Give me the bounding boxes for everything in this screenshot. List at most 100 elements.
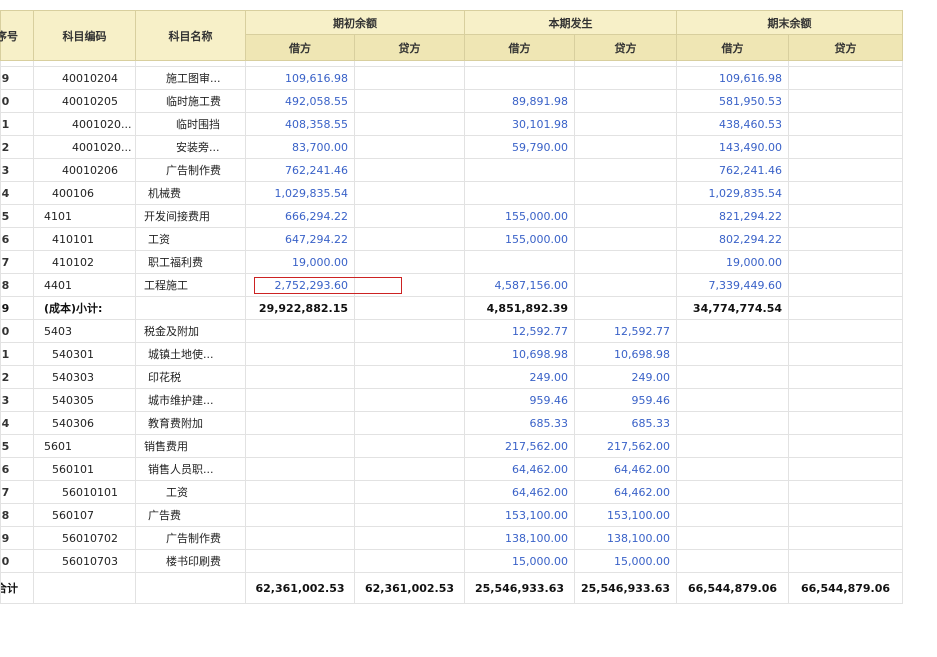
current-debit[interactable]: 217,562.00 (464, 434, 575, 458)
table-row[interactable]: 76410101工资647,294.22 155,000.00 802,294.22 (0, 227, 903, 251)
opening-credit (354, 227, 465, 251)
closing-debit[interactable]: 109,616.98 (676, 66, 789, 90)
current-debit[interactable]: 30,101.98 (464, 112, 575, 136)
current-credit[interactable]: 685.33 (574, 411, 677, 435)
table-row[interactable]: 805403税金及附加 12,592.7712,592.77 (0, 319, 903, 343)
opening-debit[interactable]: 1,029,835.54 (245, 181, 355, 205)
current-debit[interactable]: 138,100.00 (464, 526, 575, 550)
total-row: 合计 62,361,002.53 62,361,002.53 25,546,93… (0, 572, 903, 604)
header-account-name[interactable]: 科目名称 (135, 10, 246, 61)
table-row[interactable]: 754101开发间接费用666,294.22 155,000.00 821,294.… (0, 204, 903, 228)
table-row[interactable]: 82540303印花税 249.00249.00 (0, 365, 903, 389)
current-debit[interactable]: 64,462.00 (464, 480, 575, 504)
subtotal-row[interactable]: 79(成本)小计: 29,922,882.15 4,851,892.39 34,774… (0, 296, 903, 320)
opening-debit[interactable]: 408,358.55 (245, 112, 355, 136)
current-debit[interactable]: 89,891.98 (464, 89, 575, 113)
current-debit[interactable]: 155,000.00 (464, 204, 575, 228)
closing-debit[interactable]: 438,460.53 (676, 112, 789, 136)
current-credit[interactable]: 153,100.00 (574, 503, 677, 527)
current-debit[interactable]: 15,000.00 (464, 549, 575, 573)
table-row[interactable]: 77410102职工福利费19,000.0019,000.00 (0, 250, 903, 274)
table-row[interactable]: 8756010101工资 64,462.0064,462.00 (0, 480, 903, 504)
closing-credit (788, 66, 903, 90)
table-row[interactable]: 88560107广告费 153,100.00153,100.00 (0, 503, 903, 527)
table-row[interactable]: 7340010206广告制作费762,241.46762,241.46 (0, 158, 903, 182)
opening-debit[interactable]: 492,058.55 (245, 89, 355, 113)
current-credit[interactable]: 10,698.98 (574, 342, 677, 366)
opening-credit (354, 66, 465, 90)
table-body: 6940010204施工图审...109,616.98109,616.98704… (0, 60, 903, 573)
closing-debit[interactable]: 821,294.22 (676, 204, 789, 228)
table-row[interactable]: 74400106机械费1,029,835.541,029,835.54 (0, 181, 903, 205)
current-debit[interactable]: 12,592.77 (464, 319, 575, 343)
row-number: 72 (0, 135, 34, 159)
table-row[interactable]: 784401工程施工2,752,293.60 4,587,156.00 7,339,… (0, 273, 903, 297)
current-credit[interactable]: 249.00 (574, 365, 677, 389)
opening-debit[interactable]: 647,294.22 (245, 227, 355, 251)
current-debit[interactable]: 153,100.00 (464, 503, 575, 527)
header-account-code[interactable]: 科目编码 (33, 10, 136, 61)
table-row[interactable]: 855601销售费用 217,562.00217,562.00 (0, 434, 903, 458)
header-row-number[interactable]: 序号 (0, 10, 34, 61)
table-row[interactable]: 7040010205临时施工费492,058.55 89,891.98 581,95… (0, 89, 903, 113)
row-number: 81 (0, 342, 34, 366)
current-credit[interactable]: 15,000.00 (574, 549, 677, 573)
opening-debit[interactable]: 19,000.00 (245, 250, 355, 274)
opening-debit[interactable]: 2,752,293.60 (245, 273, 355, 297)
header-closing-credit[interactable]: 贷方 (788, 34, 903, 61)
current-debit[interactable]: 249.00 (464, 365, 575, 389)
current-debit[interactable]: 64,462.00 (464, 457, 575, 481)
current-debit[interactable]: 59,790.00 (464, 135, 575, 159)
header-opening-debit[interactable]: 借方 (245, 34, 355, 61)
opening-debit (245, 388, 355, 412)
current-credit[interactable]: 217,562.00 (574, 434, 677, 458)
closing-debit[interactable]: 762,241.46 (676, 158, 789, 182)
header-opening-credit[interactable]: 贷方 (354, 34, 465, 61)
closing-debit[interactable]: 143,490.00 (676, 135, 789, 159)
header-current-debit[interactable]: 借方 (464, 34, 575, 61)
closing-credit (788, 503, 903, 527)
account-name (135, 296, 246, 320)
current-credit[interactable]: 959.46 (574, 388, 677, 412)
closing-debit[interactable]: 34,774,774.54 (676, 296, 789, 320)
current-debit[interactable]: 4,587,156.00 (464, 273, 575, 297)
closing-debit[interactable]: 1,029,835.54 (676, 181, 789, 205)
table-row[interactable]: 714001020...临时围挡408,358.55 30,101.98 438,4… (0, 112, 903, 136)
table-row[interactable]: 83540305城市维护建... 959.46959.46 (0, 388, 903, 412)
current-debit[interactable]: 959.46 (464, 388, 575, 412)
header-current-credit[interactable]: 贷方 (574, 34, 677, 61)
table-row[interactable]: 6940010204施工图审...109,616.98109,616.98 (0, 66, 903, 90)
closing-debit[interactable]: 581,950.53 (676, 89, 789, 113)
opening-credit (354, 158, 465, 182)
header-closing-debit[interactable]: 借方 (676, 34, 789, 61)
current-debit[interactable]: 4,851,892.39 (464, 296, 575, 320)
current-debit[interactable]: 155,000.00 (464, 227, 575, 251)
account-name: 安装旁... (135, 135, 246, 159)
opening-credit (354, 89, 465, 113)
table-row[interactable]: 86560101销售人员职... 64,462.0064,462.00 (0, 457, 903, 481)
opening-debit[interactable]: 83,700.00 (245, 135, 355, 159)
trial-balance-table: 序号 科目编码 科目名称 期初余额 本期发生 期末余额 借方 贷方 借方 贷方 … (0, 10, 903, 604)
opening-debit[interactable]: 109,616.98 (245, 66, 355, 90)
opening-debit[interactable]: 29,922,882.15 (245, 296, 355, 320)
header-closing-balance: 期末余额 (676, 10, 903, 35)
closing-debit[interactable]: 7,339,449.60 (676, 273, 789, 297)
current-credit[interactable]: 12,592.77 (574, 319, 677, 343)
table-row[interactable]: 8956010702广告制作费 138,100.00138,100.00 (0, 526, 903, 550)
opening-debit[interactable]: 666,294.22 (245, 204, 355, 228)
current-debit[interactable]: 10,698.98 (464, 342, 575, 366)
table-row[interactable]: 81540301城镇土地使... 10,698.9810,698.98 (0, 342, 903, 366)
current-credit[interactable]: 138,100.00 (574, 526, 677, 550)
current-credit[interactable]: 64,462.00 (574, 457, 677, 481)
table-row[interactable]: 9056010703楼书印刷费 15,000.0015,000.00 (0, 549, 903, 573)
table-row[interactable]: 724001020...安装旁...83,700.00 59,790.00 143,… (0, 135, 903, 159)
current-credit[interactable]: 64,462.00 (574, 480, 677, 504)
opening-debit[interactable]: 762,241.46 (245, 158, 355, 182)
opening-credit (354, 296, 465, 320)
closing-debit[interactable]: 19,000.00 (676, 250, 789, 274)
opening-credit (354, 112, 465, 136)
current-debit[interactable]: 685.33 (464, 411, 575, 435)
account-code: 5403 (33, 319, 136, 343)
table-row[interactable]: 84540306教育费附加 685.33685.33 (0, 411, 903, 435)
closing-debit[interactable]: 802,294.22 (676, 227, 789, 251)
